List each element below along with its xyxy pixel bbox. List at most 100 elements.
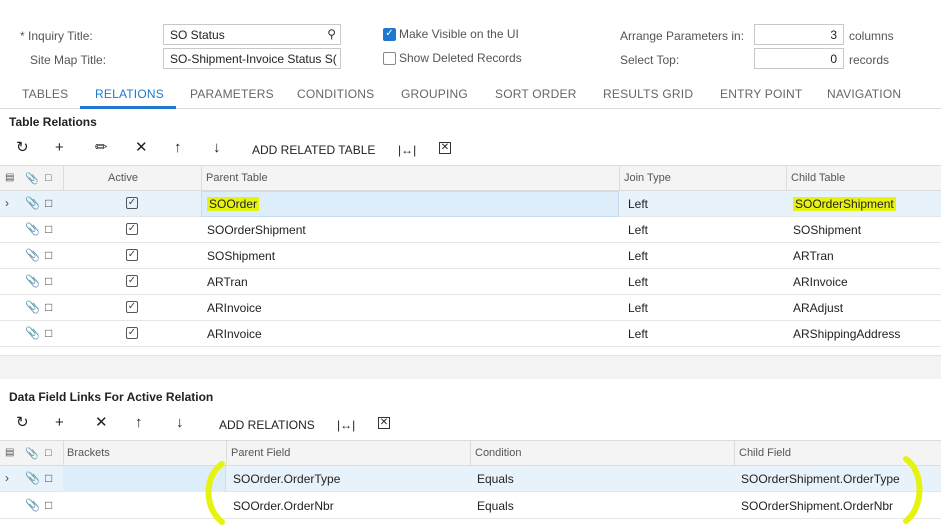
join-type-cell: Left (628, 301, 649, 315)
parent-table-selected-cell[interactable] (201, 191, 619, 217)
checkbox-unchecked-icon[interactable] (383, 51, 396, 65)
tab-conditions[interactable]: CONDITIONS (297, 87, 374, 101)
child-table-cell: SOOrderShipment (793, 197, 896, 211)
inquiry-title-label-text: Inquiry Title: (28, 29, 93, 43)
join-type-cell: Left (628, 327, 649, 341)
tab-navigation[interactable]: NAVIGATION (827, 87, 901, 101)
fit-columns-icon[interactable]: |↔| (398, 141, 416, 159)
add-relations-button[interactable]: ADD RELATIONS (219, 416, 315, 434)
attachment-icon[interactable]: 📎 (25, 326, 40, 340)
attachment-icon[interactable]: 📎 (25, 274, 40, 288)
child-field-cell: SOOrderShipment.OrderType (741, 472, 900, 486)
relations-grid-header: ▤ 📎 □ Active Parent Table Join Type Chil… (0, 165, 941, 192)
column-child-field[interactable]: Child Field (739, 447, 791, 459)
table-row[interactable]: › 📎 □ SOOrder.OrderType Equals SOOrderShipmen… (0, 466, 941, 492)
move-up-icon[interactable]: ↑ (135, 414, 143, 432)
checkbox-checked-icon[interactable]: ✓ (383, 27, 396, 41)
show-deleted-checkbox[interactable]: Show Deleted Records (383, 51, 522, 65)
parent-table-cell: SOOrderShipment (207, 223, 306, 237)
table-row[interactable]: 📎 □ ✓ SOOrderShipment Left SOShipment (0, 217, 941, 243)
column-child-table[interactable]: Child Table (791, 172, 845, 184)
parent-table-cell: SOShipment (207, 249, 276, 263)
note-icon[interactable]: □ (45, 300, 52, 314)
tab-tables[interactable]: TABLES (22, 87, 68, 101)
attachment-icon[interactable]: 📎 (25, 222, 40, 236)
parent-table-cell: ARInvoice (207, 327, 262, 341)
column-active[interactable]: Active (108, 172, 138, 184)
delete-icon[interactable]: ✕ (135, 139, 148, 157)
inquiry-title-value: SO Status (170, 28, 225, 42)
export-excel-icon[interactable]: ✕ (439, 142, 451, 154)
fit-columns-icon[interactable]: |↔| (337, 416, 355, 434)
column-join-type[interactable]: Join Type (624, 172, 671, 184)
column-parent-table[interactable]: Parent Table (206, 172, 268, 184)
note-icon[interactable]: □ (45, 274, 52, 288)
row-selector-icon: › (5, 196, 9, 210)
table-row[interactable]: 📎 □ ✓ ARTran Left ARInvoice (0, 269, 941, 295)
table-row[interactable]: 📎 □ ✓ SOShipment Left ARTran (0, 243, 941, 269)
attachment-icon[interactable]: 📎 (25, 196, 40, 210)
tab-grouping[interactable]: GROUPING (401, 87, 468, 101)
note-icon[interactable]: □ (45, 222, 52, 236)
child-table-cell: ARAdjust (793, 301, 844, 315)
table-row[interactable]: › 📎 □ ✓ SOOrder Left SOOrderShipment (0, 191, 941, 217)
grid-spacer (0, 355, 941, 379)
tab-results-grid[interactable]: RESULTS GRID (603, 87, 693, 101)
tab-relations[interactable]: RELATIONS (95, 87, 164, 101)
select-top-field[interactable]: 0 (754, 48, 844, 69)
table-row[interactable]: 📎 □ ✓ ARInvoice Left ARShippingAddress (0, 321, 941, 347)
edit-icon[interactable]: ✏ (95, 139, 108, 157)
grid-settings-icon[interactable]: ▤ (5, 447, 14, 458)
refresh-icon[interactable]: ↻ (16, 414, 29, 432)
make-visible-checkbox[interactable]: ✓ Make Visible on the UI (383, 27, 519, 41)
child-table-cell: ARShippingAddress (793, 327, 901, 341)
export-excel-icon[interactable]: ✕ (378, 417, 390, 429)
arrange-parameters-field[interactable]: 3 (754, 24, 844, 45)
note-icon[interactable]: □ (45, 498, 52, 512)
move-down-icon[interactable]: ↓ (213, 139, 221, 157)
active-checkbox[interactable]: ✓ (126, 301, 138, 313)
column-parent-field[interactable]: Parent Field (231, 447, 290, 459)
add-icon[interactable]: + (55, 139, 64, 157)
add-icon[interactable]: + (55, 414, 64, 432)
child-table-cell: SOShipment (793, 223, 862, 237)
show-deleted-label: Show Deleted Records (399, 51, 522, 65)
relations-toolbar: ↻ + ✏ ✕ ↑ ↓ ADD RELATED TABLE |↔| ✕ (0, 136, 941, 162)
active-checkbox[interactable]: ✓ (126, 327, 138, 339)
attachment-icon[interactable]: 📎 (25, 248, 40, 262)
tab-entry-point[interactable]: ENTRY POINT (720, 87, 802, 101)
delete-icon[interactable]: ✕ (95, 414, 108, 432)
note-icon[interactable]: □ (45, 196, 52, 210)
tab-parameters[interactable]: PARAMETERS (190, 87, 274, 101)
refresh-icon[interactable]: ↻ (16, 139, 29, 157)
search-icon[interactable]: ⚲ (327, 27, 336, 41)
inquiry-title-label: * Inquiry Title: (20, 29, 93, 43)
attachment-icon[interactable]: 📎 (25, 498, 40, 512)
attachment-icon[interactable]: 📎 (25, 300, 40, 314)
note-icon[interactable]: □ (45, 326, 52, 340)
table-row[interactable]: 📎 □ ✓ ARInvoice Left ARAdjust (0, 295, 941, 321)
site-map-title-field[interactable]: SO-Shipment-Invoice Status S( (163, 48, 341, 69)
select-top-label: Select Top: (620, 53, 680, 67)
column-brackets[interactable]: Brackets (67, 447, 110, 459)
move-up-icon[interactable]: ↑ (174, 139, 182, 157)
note-icon[interactable]: □ (45, 248, 52, 262)
active-checkbox[interactable]: ✓ (126, 197, 138, 209)
table-row[interactable]: 📎 □ SOOrder.OrderNbr Equals SOOrderShipment.… (0, 493, 941, 519)
attachment-icon[interactable]: 📎 (25, 471, 40, 485)
attachment-column-icon: 📎 (25, 448, 39, 460)
column-condition[interactable]: Condition (475, 447, 521, 459)
join-type-cell: Left (628, 249, 649, 263)
active-checkbox[interactable]: ✓ (126, 223, 138, 235)
active-checkbox[interactable]: ✓ (126, 275, 138, 287)
links-grid: ▤ 📎 □ Brackets Parent Field Condition Ch… (0, 440, 941, 529)
note-icon[interactable]: □ (45, 471, 52, 485)
table-relations-title: Table Relations (9, 115, 97, 129)
grid-settings-icon[interactable]: ▤ (5, 172, 14, 183)
parent-table-cell: ARInvoice (207, 301, 262, 315)
move-down-icon[interactable]: ↓ (176, 414, 184, 432)
add-related-table-button[interactable]: ADD RELATED TABLE (252, 141, 375, 159)
active-checkbox[interactable]: ✓ (126, 249, 138, 261)
inquiry-title-field[interactable]: SO Status ⚲ (163, 24, 341, 45)
tab-sort-order[interactable]: SORT ORDER (495, 87, 577, 101)
